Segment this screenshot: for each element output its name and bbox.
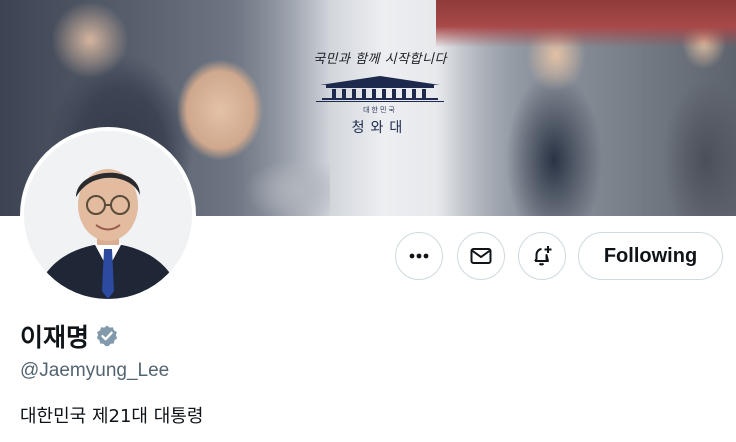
profile-actions: Following <box>0 232 736 284</box>
bell-plus-icon <box>534 246 552 266</box>
profile-handle: @Jaemyung_Lee <box>20 360 170 381</box>
more-button[interactable] <box>395 232 443 280</box>
blue-house-emblem: 국민과 함께 시작합니다 대한민국 청와대 <box>300 48 460 158</box>
message-button[interactable] <box>457 232 505 280</box>
banner-org-small: 대한민국 <box>363 106 397 114</box>
display-name: 이재명 <box>20 323 90 352</box>
profile-name-row: 이재명 <box>20 318 119 354</box>
verified-badge-icon[interactable] <box>95 324 119 348</box>
blue-house-logo-icon <box>316 76 444 102</box>
banner-org-name: 청와대 <box>351 120 409 136</box>
banner-slogan: 국민과 함께 시작합니다 <box>313 52 447 67</box>
envelope-icon <box>470 248 492 264</box>
notifications-button[interactable] <box>518 232 566 280</box>
more-horizontal-icon <box>409 253 429 259</box>
following-button[interactable]: Following <box>578 232 723 280</box>
profile-bio: 대한민국 제21대 대통령 <box>20 406 204 427</box>
banner-photo-right <box>436 0 736 216</box>
